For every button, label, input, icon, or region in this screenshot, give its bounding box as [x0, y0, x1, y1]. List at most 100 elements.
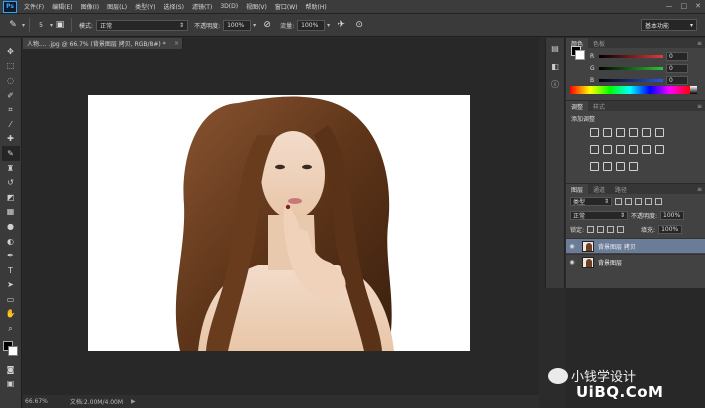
blend-mode-dropdown[interactable]: 正常 ⇕ [570, 211, 628, 220]
levels-icon[interactable] [603, 128, 612, 137]
gradient-map-icon[interactable] [616, 162, 625, 171]
slider-track-b[interactable] [599, 79, 663, 82]
close-button[interactable]: ✕ [695, 2, 701, 10]
eye-icon[interactable]: ◉ [566, 243, 578, 250]
color-spectrum[interactable] [570, 86, 690, 94]
pixel-filter-icon[interactable] [615, 198, 622, 205]
adjustment-filter-icon[interactable] [625, 198, 632, 205]
slider-track-r[interactable] [599, 55, 663, 58]
tab-channels[interactable]: 通道 [588, 184, 610, 194]
pressure-size-icon[interactable]: ⊙ [352, 18, 366, 32]
workspace-dropdown[interactable]: 基本功能 ▾ [641, 19, 697, 31]
close-icon[interactable]: × [174, 40, 179, 47]
history-panel-icon[interactable]: ▤ [549, 42, 561, 54]
brush-size-button[interactable]: 5 [34, 18, 48, 32]
menu-help[interactable]: 帮助(H) [302, 2, 331, 11]
flow-field[interactable]: 100% [297, 19, 326, 31]
properties-panel-icon[interactable]: ◧ [549, 60, 561, 72]
type-tool-icon[interactable]: T [2, 263, 20, 278]
panel-menu-icon[interactable]: ≡ [697, 186, 702, 193]
type-filter-icon[interactable] [635, 198, 642, 205]
screen-mode-icon[interactable]: ▣ [2, 376, 20, 391]
background-color[interactable] [7, 345, 18, 356]
menu-image[interactable]: 图像(I) [77, 2, 103, 11]
brightness-icon[interactable] [590, 128, 599, 137]
posterize-icon[interactable] [590, 162, 599, 171]
eyedropper-tool-icon[interactable]: ⁄ [2, 117, 20, 132]
quick-mask-icon[interactable]: ◙ [2, 362, 20, 377]
slider-value-b[interactable]: 0 [666, 76, 688, 85]
hue-saturation-icon[interactable] [655, 128, 664, 137]
lock-position-icon[interactable] [607, 226, 615, 233]
filter-kind-dropdown[interactable]: 类型 ⇕ [570, 197, 612, 206]
fill-field[interactable]: 100% [658, 225, 683, 234]
chevron-down-icon[interactable]: ▾ [22, 22, 25, 29]
clone-stamp-tool-icon[interactable]: ♜ [2, 161, 20, 176]
layer-opacity-field[interactable]: 100% [660, 211, 685, 220]
menu-layer[interactable]: 图层(L) [103, 2, 131, 11]
chevron-down-icon[interactable]: ▾ [253, 22, 256, 29]
chevron-down-icon[interactable]: ▾ [327, 22, 330, 29]
opacity-field[interactable]: 100% [223, 19, 252, 31]
quick-select-tool-icon[interactable]: ✐ [2, 88, 20, 103]
marquee-tool-icon[interactable]: ⬚ [2, 59, 20, 74]
pressure-opacity-icon[interactable]: ⊘ [260, 18, 274, 32]
lock-transparency-icon[interactable] [587, 226, 595, 233]
slider-value-g[interactable]: 0 [666, 64, 688, 73]
shape-tool-icon[interactable]: ▭ [2, 292, 20, 307]
maximize-button[interactable]: □ [681, 2, 688, 10]
menu-view[interactable]: 视图(V) [242, 2, 271, 11]
layer-item[interactable]: ◉ 背景图层 [566, 254, 705, 269]
status-menu-arrow[interactable]: ▶ [131, 398, 136, 405]
grayscale-ramp[interactable] [690, 86, 697, 94]
invert-icon[interactable] [655, 145, 664, 154]
blur-tool-icon[interactable]: ● [2, 219, 20, 234]
selective-color-icon[interactable] [629, 162, 638, 171]
photo-filter-icon[interactable] [616, 145, 625, 154]
dodge-tool-icon[interactable]: ◐ [2, 234, 20, 249]
background-swatch[interactable] [575, 50, 585, 60]
shape-filter-icon[interactable] [645, 198, 652, 205]
panel-menu-icon[interactable]: ≡ [697, 40, 702, 47]
tab-layers[interactable]: 图层 [566, 184, 589, 194]
brush-panel-icon[interactable]: ▣ [53, 18, 67, 32]
menu-filter[interactable]: 滤镜(T) [188, 2, 216, 11]
threshold-icon[interactable] [603, 162, 612, 171]
menu-select[interactable]: 选择(S) [159, 2, 188, 11]
smart-object-filter-icon[interactable] [655, 198, 662, 205]
vibrance-icon[interactable] [642, 128, 651, 137]
gradient-tool-icon[interactable]: ▦ [2, 205, 20, 220]
mode-dropdown[interactable]: 正常 ⇕ [96, 19, 189, 31]
zoom-tool-icon[interactable]: ⌕ [2, 321, 20, 336]
lasso-tool-icon[interactable]: ◌ [2, 73, 20, 88]
history-brush-tool-icon[interactable]: ↺ [2, 175, 20, 190]
healing-brush-tool-icon[interactable]: ✚ [2, 132, 20, 147]
minimize-button[interactable]: — [666, 2, 673, 10]
menu-file[interactable]: 文件(F) [20, 2, 48, 11]
layer-item[interactable]: ◉ 背景图层 拷贝 [566, 238, 705, 253]
crop-tool-icon[interactable]: ⌗ [2, 102, 20, 117]
color-swatches[interactable] [2, 340, 20, 358]
document-tab[interactable]: 人物.... .jpg @ 66.7% (背景图层 拷贝, RGB/8#) * … [23, 38, 183, 49]
tab-paths[interactable]: 路径 [610, 184, 632, 194]
menu-edit[interactable]: 编辑(E) [48, 2, 76, 11]
black-white-icon[interactable] [603, 145, 612, 154]
menu-3d[interactable]: 3D(D) [216, 3, 242, 10]
color-lookup-icon[interactable] [642, 145, 651, 154]
lock-all-icon[interactable] [617, 226, 625, 233]
info-panel-icon[interactable]: ⓘ [549, 78, 561, 90]
tab-styles[interactable]: 样式 [588, 101, 610, 111]
menu-type[interactable]: 类型(Y) [131, 2, 159, 11]
image-canvas[interactable] [88, 95, 470, 351]
pen-tool-icon[interactable]: ✒ [2, 248, 20, 263]
panel-menu-icon[interactable]: ≡ [697, 103, 702, 110]
tab-swatches[interactable]: 色板 [588, 38, 610, 48]
zoom-level[interactable]: 66.67% [25, 398, 48, 405]
eye-icon[interactable]: ◉ [566, 259, 578, 266]
slider-track-g[interactable] [599, 67, 663, 70]
lock-pixels-icon[interactable] [597, 226, 605, 233]
path-select-tool-icon[interactable]: ➤ [2, 278, 20, 293]
menu-window[interactable]: 窗口(W) [271, 2, 302, 11]
channel-mixer-icon[interactable] [629, 145, 638, 154]
brush-preset-icon[interactable]: ✎ [6, 18, 20, 32]
